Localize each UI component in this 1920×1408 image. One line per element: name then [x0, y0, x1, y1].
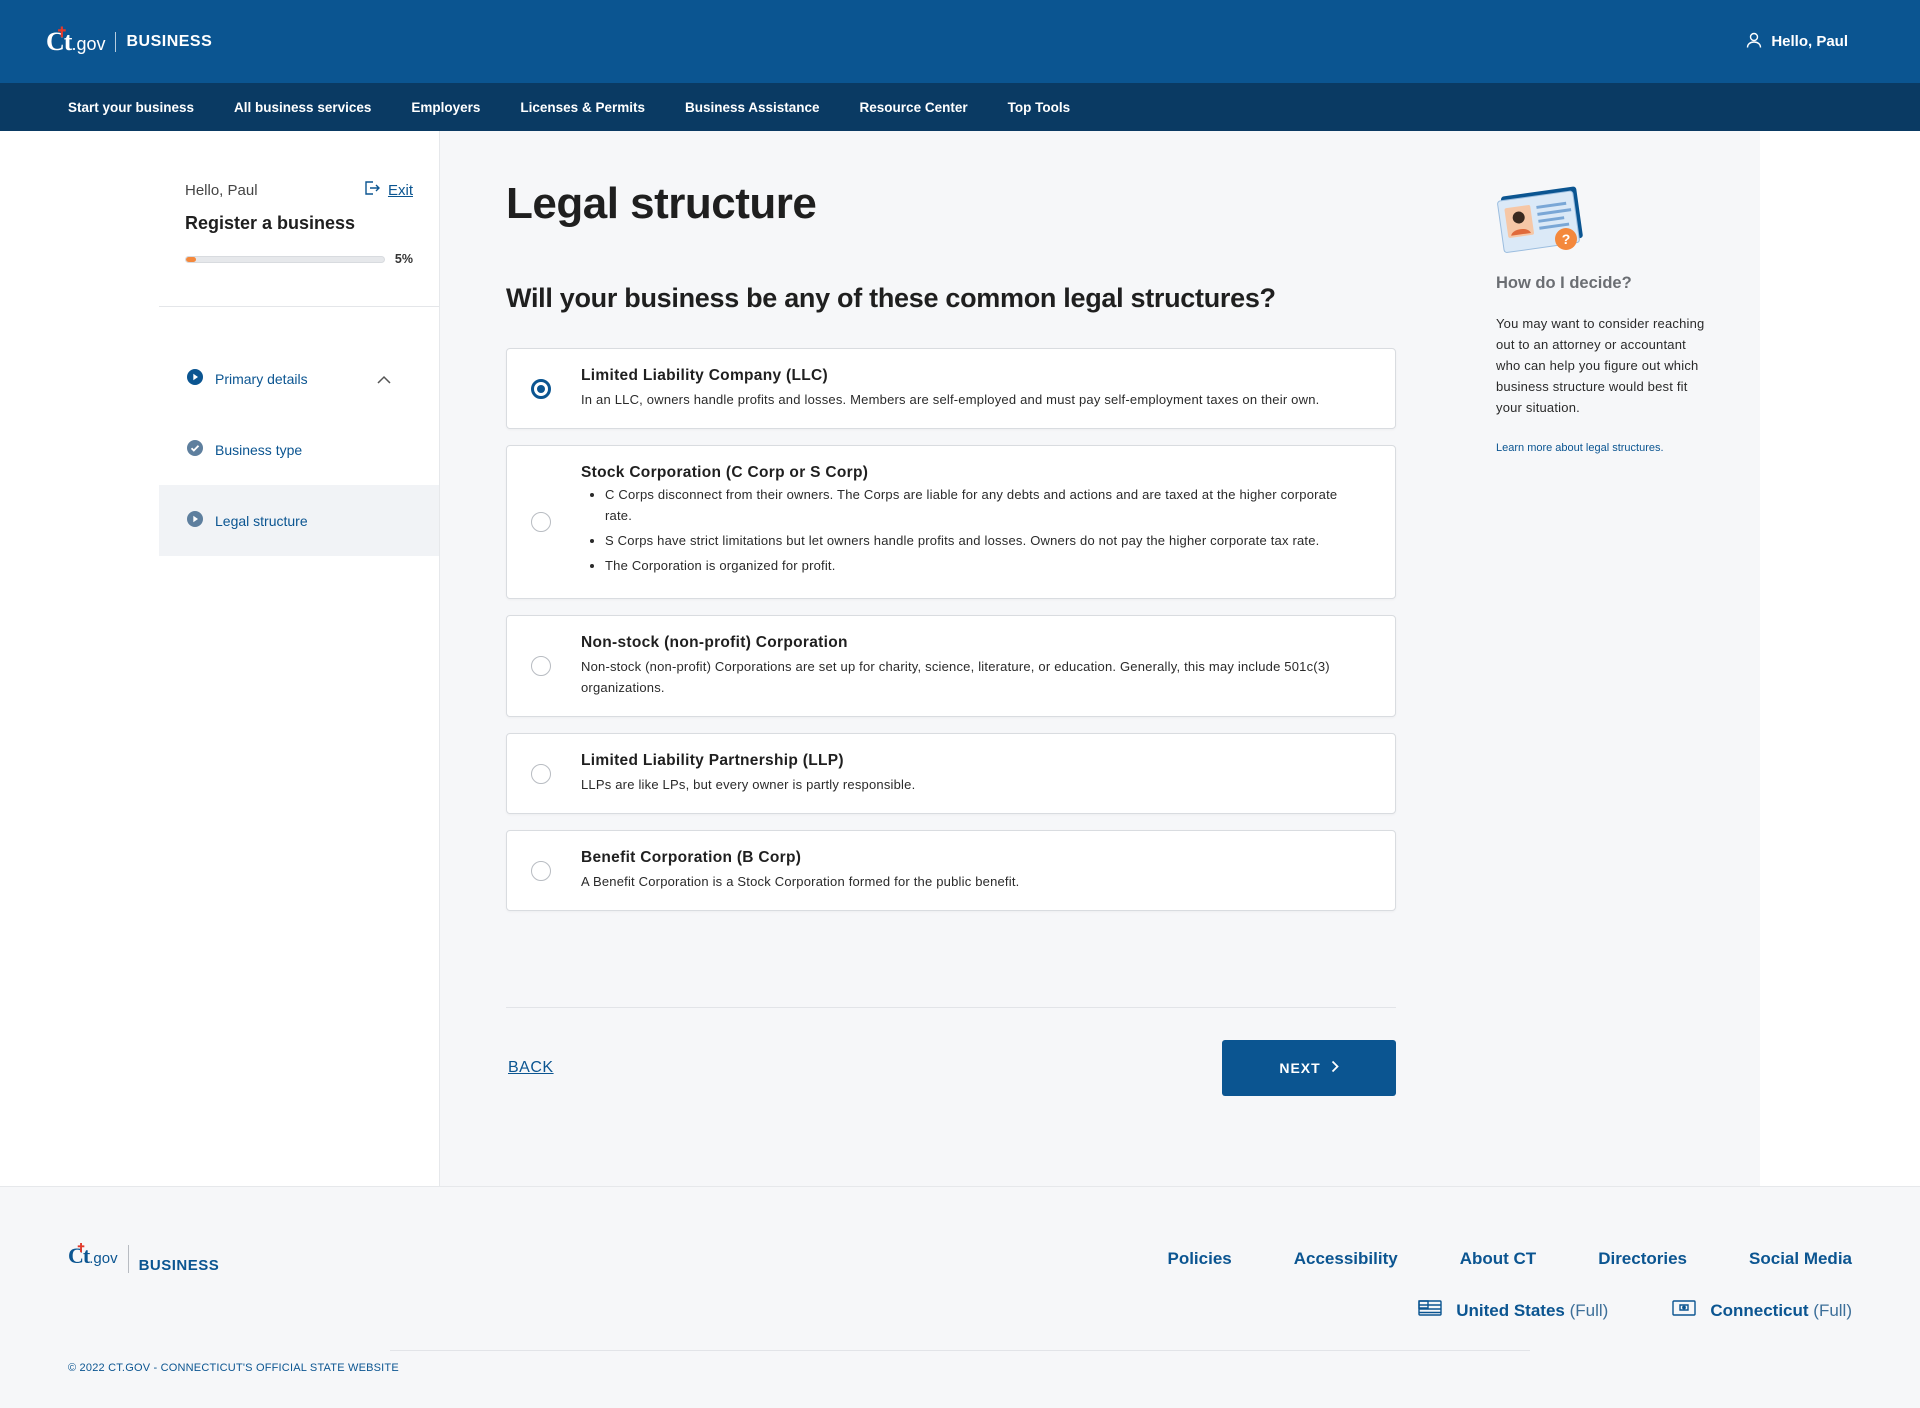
nav-employers[interactable]: Employers: [411, 100, 480, 115]
radio-llp[interactable]: [531, 763, 551, 784]
back-link[interactable]: BACK: [506, 1059, 554, 1077]
site-united-states[interactable]: United States (Full): [1418, 1299, 1608, 1322]
option-stock-corporation[interactable]: Stock Corporation (C Corp or S Corp) C C…: [506, 445, 1396, 599]
learn-more-link[interactable]: Learn more about legal structures.: [1496, 442, 1664, 454]
footer-ct-gov-logo[interactable]: ✝ Ct.gov: [68, 1241, 118, 1269]
site-connecticut[interactable]: Connecticut (Full): [1672, 1299, 1852, 1322]
play-circle-icon: [187, 369, 203, 388]
step-label: Business type: [215, 441, 303, 458]
next-button[interactable]: NEXT: [1222, 1040, 1396, 1096]
option-llc[interactable]: Limited Liability Company (LLC) In an LL…: [506, 348, 1396, 429]
nav-top-tools[interactable]: Top Tools: [1008, 100, 1070, 115]
footer-link-social-media[interactable]: Social Media: [1749, 1249, 1852, 1269]
option-bullet-list: C Corps disconnect from their owners. Th…: [581, 484, 1355, 576]
nav-licenses-permits[interactable]: Licenses & Permits: [520, 100, 645, 115]
help-panel: ? How do I decide? You may want to consi…: [1496, 131, 1706, 456]
option-title: Non-stock (non-profit) Corporation: [581, 634, 848, 651]
step-primary-details[interactable]: Primary details: [159, 343, 439, 414]
user-menu[interactable]: Hello, Paul: [1745, 31, 1848, 53]
next-label: NEXT: [1279, 1060, 1321, 1076]
help-title: How do I decide?: [1496, 274, 1632, 292]
option-benefit-corporation[interactable]: Benefit Corporation (B Corp) A Benefit C…: [506, 830, 1396, 911]
copyright: © 2022 CT.GOV - CONNECTICUT'S OFFICIAL S…: [68, 1362, 399, 1374]
nav-resource-center[interactable]: Resource Center: [860, 100, 968, 115]
sidebar-header: Hello, Paul Exit Register a business 5%: [159, 131, 439, 307]
chevron-up-icon[interactable]: [377, 371, 391, 387]
footer-link-about-ct[interactable]: About CT: [1460, 1249, 1536, 1269]
ct-state-icon: [1672, 1299, 1697, 1322]
site-footer: ✝ Ct.gov BUSINESS Policies Accessibility …: [0, 1186, 1920, 1408]
footer-sites: United States (Full) Connecticut (Full): [1418, 1299, 1852, 1322]
radio-non-stock-corporation[interactable]: [531, 656, 551, 676]
ct-gov-logo[interactable]: ✝ Ct.gov: [46, 26, 105, 57]
footer-brand[interactable]: ✝ Ct.gov BUSINESS: [68, 1241, 220, 1274]
footer-brand-divider: [127, 1245, 129, 1273]
step-business-type[interactable]: Business type: [159, 414, 439, 485]
progress-bar: [185, 255, 385, 263]
footer-link-policies[interactable]: Policies: [1167, 1249, 1231, 1269]
play-circle-icon: [187, 511, 203, 530]
radio-llc[interactable]: [531, 378, 551, 399]
id-card-illustration-icon: ?: [1496, 181, 1706, 260]
site-brand[interactable]: ✝ Ct.gov BUSINESS: [46, 26, 213, 57]
footer-link-accessibility[interactable]: Accessibility: [1294, 1249, 1398, 1269]
option-non-stock-corporation[interactable]: Non-stock (non-profit) Corporation Non-s…: [506, 615, 1396, 717]
legal-structure-options: Limited Liability Company (LLC) In an LL…: [506, 348, 1396, 911]
us-flag-icon: [1418, 1300, 1442, 1321]
site-name: United States: [1456, 1300, 1565, 1320]
step-list: Primary details Business type Legal stru…: [159, 343, 439, 556]
svg-text:?: ?: [1562, 231, 1571, 247]
list-item: The Corporation is organized for profit.: [605, 555, 1355, 576]
form-content: Legal structure Will your business be an…: [506, 131, 1396, 1096]
footer-section-label: BUSINESS: [138, 1257, 220, 1274]
option-description: Non-stock (non-profit) Corporations are …: [581, 659, 1330, 695]
step-label: Primary details: [215, 370, 308, 387]
option-title: Limited Liability Company (LLC): [581, 367, 828, 384]
user-icon: [1745, 31, 1763, 53]
option-description: In an LLC, owners handle profits and los…: [581, 392, 1320, 407]
footer-links: Policies Accessibility About CT Director…: [1167, 1249, 1852, 1269]
footer-rule: [390, 1350, 1530, 1351]
page-title: Legal structure: [506, 179, 817, 228]
option-title: Benefit Corporation (B Corp): [581, 849, 802, 866]
option-description: LLPs are like LPs, but every owner is pa…: [581, 777, 916, 792]
check-circle-icon: [187, 440, 203, 459]
step-legal-structure[interactable]: Legal structure: [159, 485, 439, 556]
progress-bar-fill: [186, 256, 196, 262]
step-label: Legal structure: [215, 512, 308, 529]
site-name: Connecticut: [1710, 1300, 1809, 1320]
form-divider: [506, 1007, 1396, 1008]
list-item: S Corps have strict limitations but let …: [605, 530, 1355, 551]
main-area: Hello, Paul Exit Register a business 5% …: [0, 131, 1920, 1186]
flow-title: Register a business: [185, 213, 356, 233]
user-greeting: Hello, Paul: [1771, 33, 1848, 50]
brand-section-label: BUSINESS: [126, 32, 213, 50]
site-suffix: (Full): [1569, 1300, 1609, 1320]
nav-all-business-services[interactable]: All business services: [234, 100, 371, 115]
help-body: You may want to consider reaching out to…: [1496, 316, 1705, 415]
progress-percent: 5%: [394, 252, 413, 266]
sidebar-greeting: Hello, Paul: [185, 181, 258, 199]
option-description: A Benefit Corporation is a Stock Corpora…: [581, 874, 1020, 889]
form-actions: BACK NEXT: [506, 1040, 1396, 1096]
site-suffix: (Full): [1813, 1300, 1852, 1320]
nav-start-your-business[interactable]: Start your business: [68, 100, 194, 115]
exit-link[interactable]: Exit: [364, 181, 413, 199]
main-nav: Start your business All business service…: [0, 83, 1920, 131]
form-question: Will your business be any of these commo…: [506, 283, 1276, 313]
exit-label: Exit: [387, 181, 413, 199]
progress-sidebar: Hello, Paul Exit Register a business 5% …: [159, 131, 440, 1186]
option-title: Stock Corporation (C Corp or S Corp): [581, 464, 869, 481]
nav-business-assistance[interactable]: Business Assistance: [685, 100, 820, 115]
chevron-right-icon: [1331, 1060, 1339, 1076]
brand-divider: [115, 31, 117, 52]
list-item: C Corps disconnect from their owners. Th…: [605, 484, 1355, 526]
top-header: ✝ Ct.gov BUSINESS Hello, Paul: [0, 0, 1920, 83]
option-llp[interactable]: Limited Liability Partnership (LLP) LLPs…: [506, 733, 1396, 814]
footer-link-directories[interactable]: Directories: [1598, 1249, 1687, 1269]
radio-benefit-corporation[interactable]: [531, 860, 551, 881]
exit-icon: [364, 181, 380, 199]
option-title: Limited Liability Partnership (LLP): [581, 752, 844, 769]
radio-stock-corporation[interactable]: [531, 512, 551, 532]
